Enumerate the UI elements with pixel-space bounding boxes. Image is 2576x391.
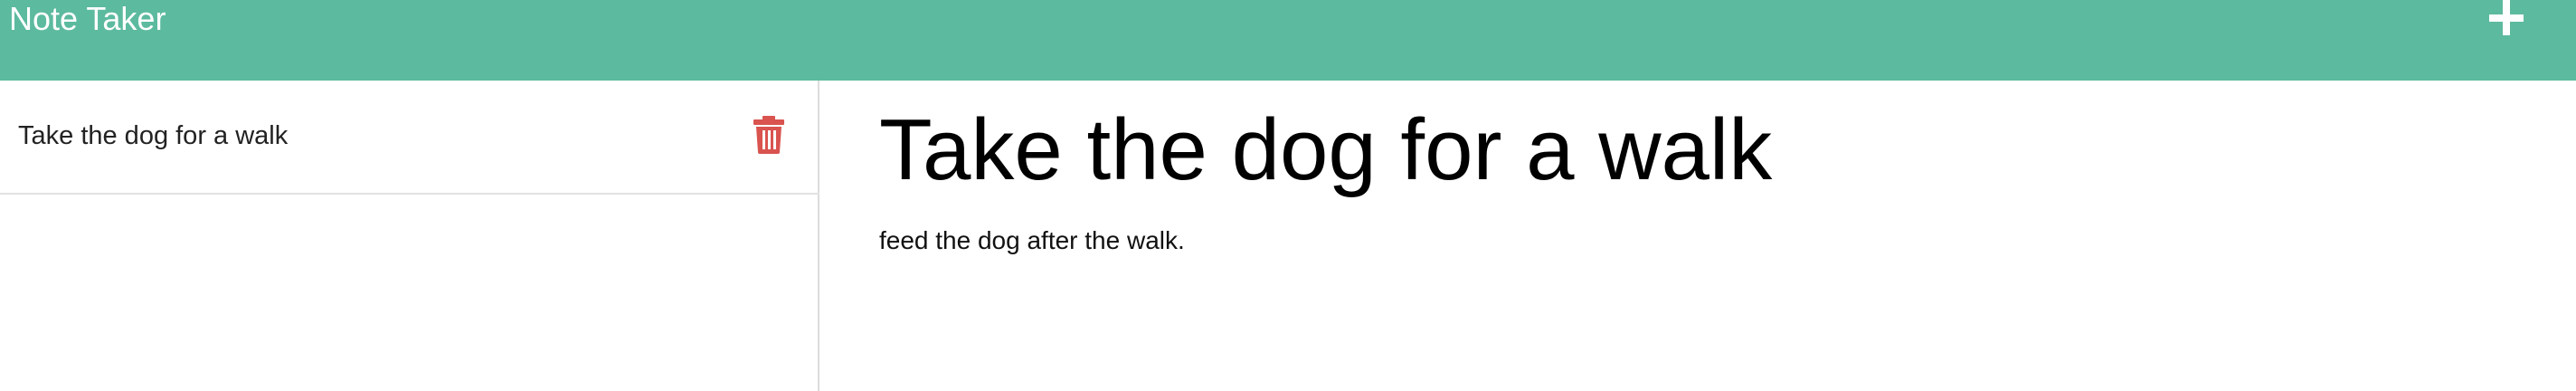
trash-icon	[753, 116, 784, 154]
navbar: Note Taker	[0, 0, 2576, 81]
note-title-field[interactable]: Take the dog for a walk	[879, 100, 2507, 200]
note-list-sidebar: Take the dog for a walk	[0, 81, 819, 391]
note-list-item[interactable]: Take the dog for a walk	[0, 81, 819, 195]
note-editor: Take the dog for a walk feed the dog aft…	[821, 81, 2576, 391]
note-text-field[interactable]: feed the dog after the walk.	[879, 223, 2507, 259]
delete-note-button[interactable]	[751, 115, 787, 155]
app-title: Note Taker	[9, 0, 166, 37]
note-list-item-title: Take the dog for a walk	[18, 121, 289, 150]
plus-icon	[2489, 0, 2524, 35]
note-taker-app: Note Taker Take the dog for a walk Take …	[0, 0, 2576, 391]
new-note-button[interactable]	[2485, 0, 2528, 38]
